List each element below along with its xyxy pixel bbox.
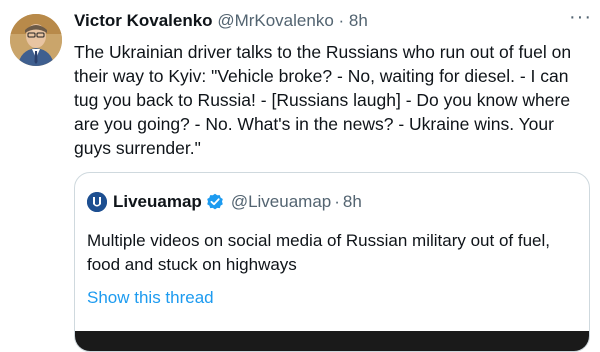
quoted-author-name[interactable]: Liveuamap <box>113 191 202 213</box>
verified-badge-icon <box>206 193 224 211</box>
quoted-separator-dot: · <box>334 192 340 211</box>
liveuamap-logo-icon[interactable] <box>87 192 107 212</box>
more-horizontal-icon[interactable]: ··· <box>569 6 592 29</box>
author-handle[interactable]: @MrKovalenko <box>217 11 333 30</box>
quoted-tweet-media[interactable] <box>75 331 589 351</box>
show-thread-link[interactable]: Show this thread <box>87 287 214 309</box>
quoted-tweet-header: Liveuamap @Liveuamap · 8h <box>87 191 362 213</box>
quoted-author-handle[interactable]: @Liveuamap <box>231 191 331 213</box>
separator-dot: · <box>338 11 345 30</box>
author-avatar[interactable] <box>10 14 62 66</box>
tweet-header: Victor Kovalenko @MrKovalenko · 8h <box>74 10 592 32</box>
avatar-image <box>10 14 62 66</box>
quoted-tweet-card[interactable]: Liveuamap @Liveuamap · 8h Multiple video… <box>74 172 590 352</box>
tweet-time[interactable]: 8h <box>349 11 368 30</box>
author-name[interactable]: Victor Kovalenko <box>74 11 213 30</box>
quoted-tweet-text: Multiple videos on social media of Russi… <box>87 231 550 274</box>
tweet-text: The Ukrainian driver talks to the Russia… <box>74 42 572 158</box>
quoted-tweet-time[interactable]: 8h <box>343 191 362 213</box>
